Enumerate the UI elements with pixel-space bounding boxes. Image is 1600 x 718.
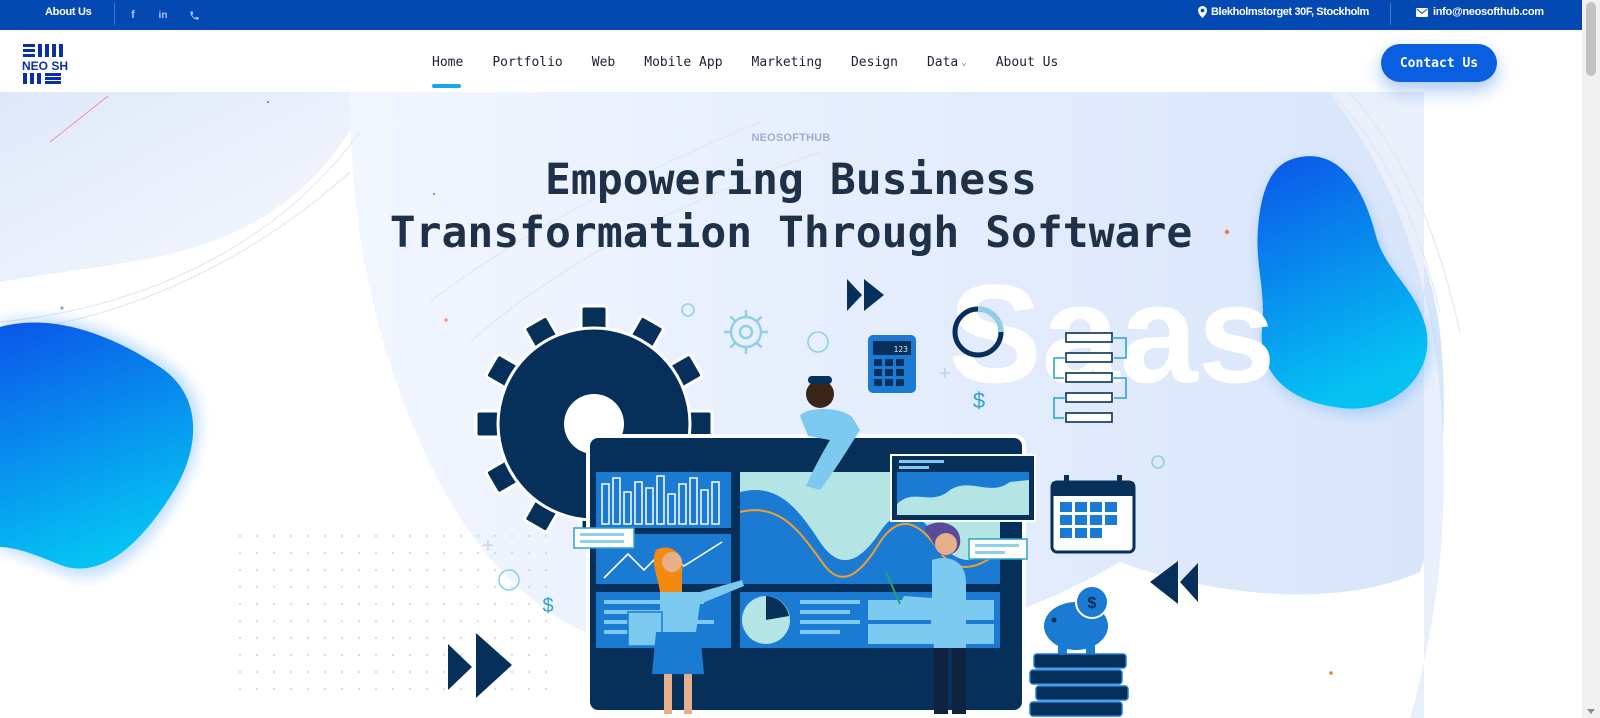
small-gear-icon xyxy=(724,310,768,354)
dollar-icon: $ xyxy=(542,595,553,617)
speech-bubble xyxy=(968,538,1028,560)
nav-item-marketing[interactable]: Marketing xyxy=(752,55,822,70)
nav-item-web[interactable]: Web xyxy=(592,55,615,70)
topbar-about-link[interactable]: About Us xyxy=(45,6,92,18)
hero-illustration: $ $ + + 123 $ xyxy=(448,279,1198,717)
contact-us-button[interactable]: Contact Us xyxy=(1381,44,1497,82)
fast-forward-icon xyxy=(847,279,884,311)
facebook-icon[interactable]: f xyxy=(125,7,141,23)
chevron-down-icon: ⌄ xyxy=(961,57,967,68)
logo-wordmark: NEO SH xyxy=(22,59,68,73)
location-pin-icon xyxy=(1198,6,1207,18)
calendar-icon xyxy=(1050,475,1136,554)
nav-item-mobile-app[interactable]: Mobile App xyxy=(644,55,722,70)
site-header: NEO SH Home Portfolio Web Mobile App Mar… xyxy=(0,30,1582,92)
chart-popup-card xyxy=(890,454,1036,522)
divider xyxy=(114,3,115,25)
speech-bubble xyxy=(573,527,635,549)
divider xyxy=(1390,3,1391,25)
address-text: Blekholmstorget 30F, Stockholm xyxy=(1211,6,1369,18)
phone-icon[interactable] xyxy=(186,7,202,23)
nav-item-data[interactable]: Data ⌄ xyxy=(927,55,967,70)
page-scrollbar[interactable] xyxy=(1582,0,1600,718)
dollar-icon: $ xyxy=(973,388,985,413)
svg-text:$: $ xyxy=(1088,595,1097,612)
scrollbar-thumb[interactable] xyxy=(1586,2,1596,76)
svg-text:123: 123 xyxy=(894,345,909,354)
coin-stack-icon xyxy=(1029,653,1129,717)
fast-forward-icon xyxy=(448,633,512,698)
hero-section: Saas NEOSOFTHUB Empowering Business Tran… xyxy=(0,92,1582,718)
nav-item-design[interactable]: Design xyxy=(851,55,898,70)
envelope-icon xyxy=(1416,7,1428,17)
plus-icon: + xyxy=(482,535,494,557)
nav-item-about-us[interactable]: About Us xyxy=(996,55,1059,70)
site-logo[interactable]: NEO SH xyxy=(19,44,71,84)
main-nav: Home Portfolio Web Mobile App Marketing … xyxy=(432,55,1087,88)
calculator-icon: 123 xyxy=(868,335,916,393)
topbar-address: Blekholmstorget 30F, Stockholm xyxy=(1198,6,1369,18)
email-text: info@neosofthub.com xyxy=(1433,6,1544,18)
topbar-email[interactable]: info@neosofthub.com xyxy=(1416,6,1544,18)
nav-item-home[interactable]: Home xyxy=(432,55,463,88)
top-bar: About Us f in Blekholmstorget 30F, Stock… xyxy=(0,0,1582,30)
plus-icon: + xyxy=(939,363,951,385)
rewind-icon xyxy=(1150,561,1198,604)
flowchart-icon xyxy=(1053,332,1127,423)
scroll-down-arrow-icon[interactable] xyxy=(1587,709,1595,714)
nav-item-portfolio[interactable]: Portfolio xyxy=(492,55,562,70)
linkedin-icon[interactable]: in xyxy=(155,7,171,23)
piggy-bank-icon: $ xyxy=(1044,585,1109,656)
